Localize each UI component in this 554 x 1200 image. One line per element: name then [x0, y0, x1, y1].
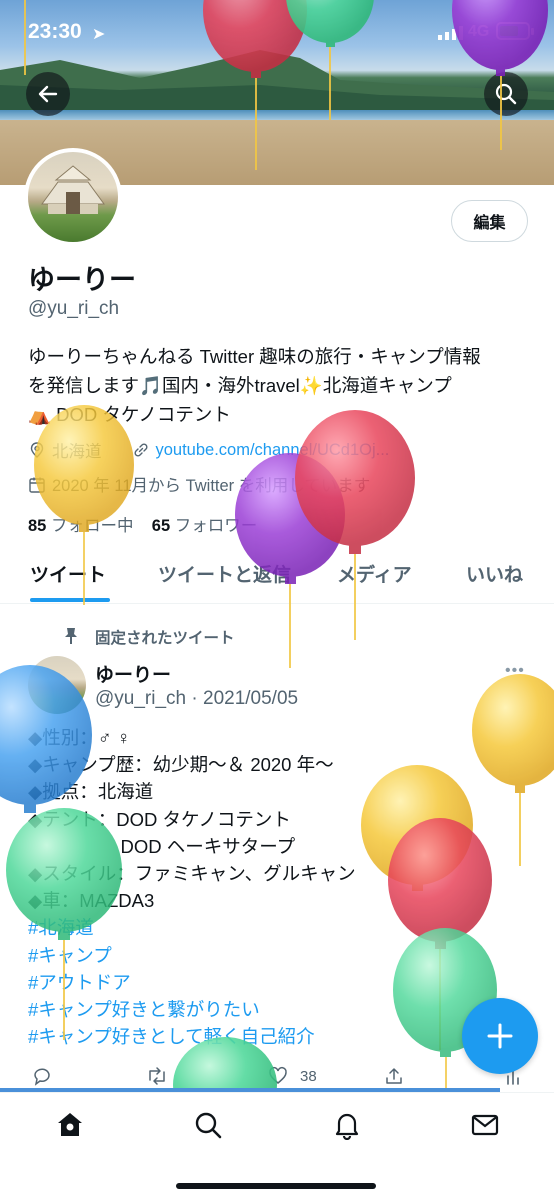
tweet-author-handle: @yu_ri_ch	[95, 688, 187, 709]
nav-messages[interactable]	[465, 1105, 505, 1145]
hashtag-link[interactable]: #キャンプ好きと繋がりたい	[28, 996, 528, 1023]
location-pin-icon	[30, 442, 44, 458]
nav-notifications[interactable]	[327, 1105, 367, 1145]
profile-joined-row: 2020 年 11月から Twitter を利用しています	[28, 472, 370, 496]
following-label: フォロー中	[50, 517, 134, 535]
profile-link[interactable]: youtube.com/channel/UCd1Oj...	[156, 441, 390, 460]
nav-explore[interactable]	[188, 1105, 228, 1145]
following-count: 85	[28, 517, 47, 535]
reply-icon[interactable]	[32, 1066, 52, 1090]
bio-line: ⛺ DOD タケノコテント	[28, 404, 231, 425]
followers-label: フォロワー	[174, 517, 258, 535]
notifications-icon	[335, 1113, 359, 1140]
profile-joined: 2020 年 11月から Twitter を利用しています	[52, 477, 371, 495]
network-type: 4G	[468, 23, 490, 40]
home-indicator	[176, 1183, 376, 1189]
calendar-icon	[29, 477, 45, 493]
hashtag-link[interactable]: #キャンプ	[28, 942, 528, 969]
link-icon	[133, 443, 148, 457]
edit-profile-button[interactable]: 編集	[451, 200, 528, 242]
tweet-more-icon[interactable]: •••	[505, 662, 525, 680]
location-arrow-icon: ➤	[92, 26, 106, 43]
tweet-line: ◆キャンプ歴：幼少期〜＆ 2020 年〜	[28, 754, 334, 776]
signal-icon	[438, 26, 463, 40]
tab-likes[interactable]: いいね	[466, 560, 523, 587]
back-arrow-icon	[38, 85, 58, 103]
home-icon	[58, 1113, 82, 1136]
follow-stats: 85 フォロー中 65 フォロワー	[28, 512, 257, 536]
tweet-line: DOD ヘーキサタープ	[28, 835, 296, 857]
messages-icon	[471, 1114, 499, 1136]
hashtag-link[interactable]: #キャンプ好きとして軽く自己紹介	[28, 1023, 528, 1050]
tweet-line: ◆拠点：北海道	[28, 781, 154, 803]
explore-icon	[195, 1112, 222, 1139]
hashtag-link[interactable]: #北海道	[28, 914, 528, 941]
profile-tabs: ツイート ツイートと返信 メディア いいね	[0, 548, 554, 604]
profile-bio: ゆーりーちゃんねる Twitter 趣味の旅行・キャンプ情報 を発信します🎵国内…	[28, 342, 538, 429]
tweet-author-avatar[interactable]	[28, 656, 86, 714]
tab-media[interactable]: メディア	[337, 560, 412, 587]
share-icon[interactable]	[384, 1066, 404, 1090]
following-link[interactable]: 85 フォロー中	[28, 517, 133, 535]
battery-icon	[496, 22, 530, 40]
status-bar: 23:30 ➤ 4G	[0, 0, 554, 60]
profile-meta: 北海道 youtube.com/channel/UCd1Oj...	[28, 438, 389, 462]
like-icon[interactable]	[268, 1066, 288, 1090]
compose-tweet-button[interactable]	[462, 998, 538, 1074]
tab-tweets-and-replies[interactable]: ツイートと返信	[158, 560, 291, 587]
profile-avatar[interactable]	[24, 148, 122, 246]
profile-location: 北海道	[52, 443, 102, 461]
tweet-author-meta: @yu_ri_ch · 2021/05/05	[95, 688, 299, 709]
tweet-author-name[interactable]: ゆーりー	[95, 660, 171, 687]
bio-line: ゆーりーちゃんねる Twitter 趣味の旅行・キャンプ情報	[28, 346, 481, 367]
pin-icon	[65, 628, 77, 644]
followers-count: 65	[151, 517, 171, 535]
tweet-date: 2021/05/05	[203, 688, 299, 709]
compose-plus-icon	[487, 1023, 513, 1049]
pinned-tweet-label: 固定されたツイート	[95, 630, 235, 647]
bio-line: を発信します🎵国内・海外travel✨北海道キャンプ	[28, 375, 452, 396]
profile-handle: @yu_ri_ch	[28, 298, 120, 319]
active-tab-indicator	[30, 598, 110, 602]
hashtag-link[interactable]: #アウトドア	[28, 969, 528, 996]
status-time: 23:30	[28, 20, 82, 43]
nav-home[interactable]	[50, 1105, 90, 1145]
like-count: 38	[300, 1068, 317, 1085]
tweet-line: ◆スタイル：ファミキャン、グルキャン	[28, 863, 356, 885]
search-icon	[495, 83, 517, 105]
tweet-line: ◆車：MAZDA3	[28, 890, 155, 912]
tent-photo	[41, 165, 105, 214]
retweet-icon[interactable]	[146, 1066, 168, 1090]
back-button[interactable]	[26, 72, 70, 116]
search-button[interactable]	[484, 72, 528, 116]
tab-tweets[interactable]: ツイート	[30, 560, 106, 587]
tweet-body: ◆性別：♂ ♀ ◆キャンプ歴：幼少期〜＆ 2020 年〜 ◆拠点：北海道 ◆テン…	[28, 724, 528, 1050]
battery-tip	[531, 28, 534, 35]
profile-display-name: ゆーりー	[28, 265, 136, 295]
tweet-line: ◆テント：DOD タケノコテント	[28, 808, 291, 830]
followers-link[interactable]: 65 フォロワー	[152, 517, 257, 535]
tweet-line: ◆性別：♂ ♀	[28, 727, 131, 748]
